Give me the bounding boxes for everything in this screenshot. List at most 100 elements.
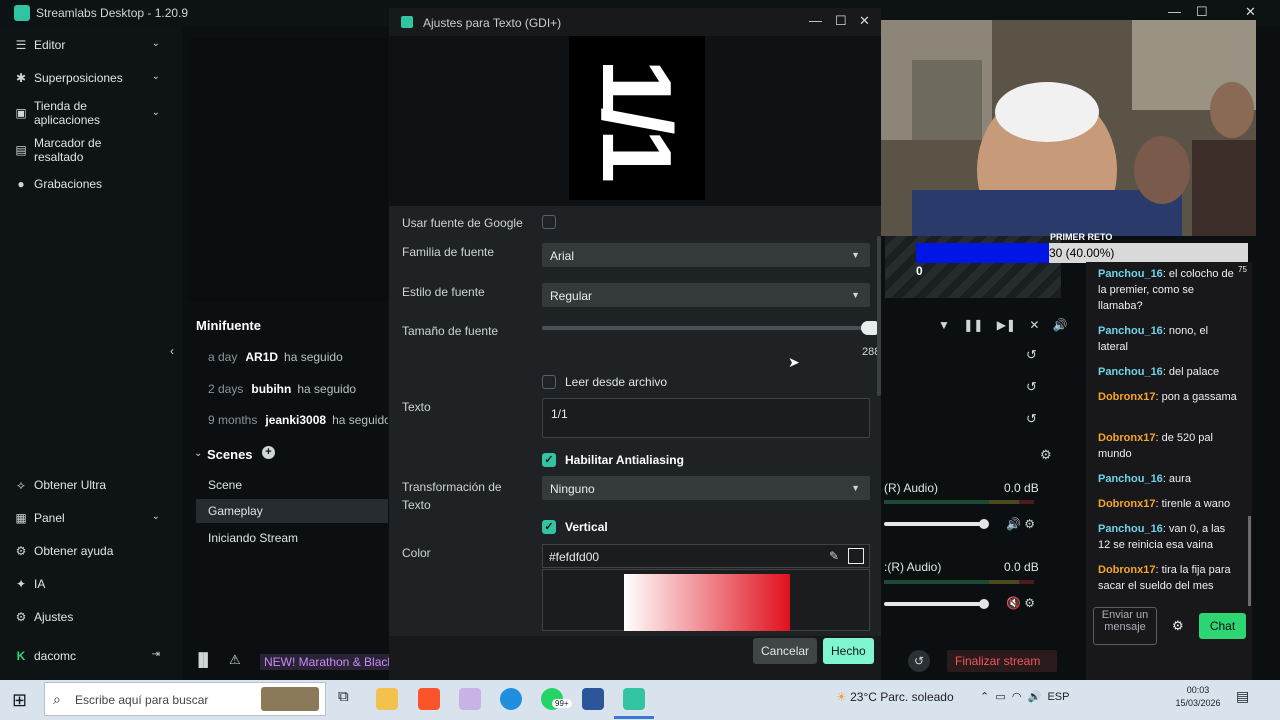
mute-alerts-icon[interactable]: ✕ [1029, 318, 1039, 332]
volume-knob[interactable] [979, 599, 989, 609]
font-family-select[interactable]: Arial ▼ [542, 243, 870, 267]
gear-icon: ⚙ [15, 610, 27, 624]
text-input[interactable]: 1/1 [542, 398, 870, 438]
minimize-icon[interactable]: — [809, 13, 822, 28]
alert-icon[interactable]: ⚠ [229, 652, 241, 668]
chat-message: Dobronx17: pon a gassama [1098, 389, 1240, 405]
color-input[interactable]: #fefdfd00 [542, 544, 870, 568]
user-account[interactable]: Kdacomc ⇥ [14, 649, 174, 663]
language-indicator[interactable]: ESP [1047, 691, 1069, 703]
taskbar-search[interactable]: ⌕ Escribe aquí para buscar [44, 682, 326, 716]
replay-icon[interactable]: ↺ [1026, 379, 1037, 395]
feed-action: ha seguido [297, 382, 357, 396]
replay-icon[interactable]: ↺ [1026, 347, 1037, 363]
chat-message: Panchou_16: nono, el lateral [1098, 323, 1240, 355]
sidebar-item-overlays[interactable]: ✱ Superposiciones ⌄ [14, 71, 174, 85]
mixer-settings-icon[interactable]: ⚙ [1040, 447, 1052, 463]
skip-icon[interactable]: ▶❚ [997, 318, 1016, 332]
word-icon[interactable] [582, 688, 604, 710]
volume-icon[interactable]: 🔊 [1028, 691, 1042, 703]
search-placeholder: Escribe aquí para buscar [75, 693, 209, 707]
chat-username[interactable]: Panchou_16 [1098, 268, 1163, 280]
collapse-chevron-icon[interactable]: ‹ [170, 344, 174, 358]
chat-input[interactable]: Enviar un mensaje [1093, 607, 1157, 645]
close-icon[interactable]: ✕ [859, 13, 870, 29]
chat-username[interactable]: Dobronx17 [1098, 391, 1155, 403]
streamlabs-taskbar-icon[interactable] [623, 688, 645, 710]
maximize-icon[interactable]: ☐ [1196, 4, 1208, 20]
tray-chevron-icon[interactable]: ⌃ [980, 691, 989, 703]
chat-send-button[interactable]: Chat [1199, 613, 1246, 639]
chat-username[interactable]: Dobronx17 [1098, 432, 1155, 444]
scene-item[interactable]: Scene [196, 473, 388, 497]
chat-username[interactable]: Panchou_16 [1098, 366, 1163, 378]
chat-text: : pon a gassama [1155, 391, 1237, 403]
chat-username[interactable]: Dobronx17 [1098, 564, 1155, 576]
promo-banner[interactable]: NEW! Marathon & Black [260, 654, 398, 670]
weather-widget[interactable]: ☀ 23°C Parc. soleado [836, 690, 954, 704]
sidebar-item-app-store[interactable]: ▣ Tienda de aplicaciones ⌄ [14, 99, 174, 127]
add-scene-icon[interactable]: + [262, 446, 275, 459]
cancel-button[interactable]: Cancelar [753, 638, 818, 664]
read-file-checkbox[interactable] [542, 375, 556, 389]
transform-select[interactable]: Ninguno ▼ [542, 476, 870, 500]
chat-username[interactable]: Dobronx17 [1098, 498, 1155, 510]
file-explorer-icon[interactable] [376, 688, 398, 710]
sidebar-item-settings[interactable]: ⚙ Ajustes [14, 610, 174, 624]
notifications-icon[interactable]: ▤ [1236, 688, 1249, 705]
task-view-icon[interactable]: ⧉ [338, 688, 349, 705]
volume-knob[interactable] [979, 519, 989, 529]
app-icon[interactable] [459, 688, 481, 710]
done-button[interactable]: Hecho [823, 638, 874, 664]
minimize-icon[interactable]: — [1168, 4, 1181, 19]
chat-username[interactable]: Panchou_16 [1098, 325, 1163, 337]
replay-icon[interactable]: ↺ [1026, 411, 1037, 427]
muted-speaker-icon[interactable]: 🔇 ⚙ [1006, 596, 1035, 610]
transform-value: Ninguno [550, 482, 595, 496]
pause-icon[interactable]: ❚❚ [963, 318, 983, 332]
goal-progress-text: 30 (40.00%) [1049, 246, 1115, 260]
color-swatch[interactable] [848, 548, 864, 564]
sidebar-item-recordings[interactable]: ● Grabaciones [14, 177, 174, 191]
eyedropper-icon[interactable]: ✎ [829, 549, 839, 563]
chat-settings-icon[interactable]: ⚙ [1172, 618, 1184, 634]
windows-start-icon[interactable]: ⊞ [12, 690, 27, 711]
sidebar-item-ai[interactable]: ✦ IA [14, 577, 174, 591]
wifi-icon[interactable]: ◠ [1012, 691, 1022, 703]
font-style-select[interactable]: Regular ▼ [542, 283, 870, 307]
chevron-down-icon[interactable]: ⌄ [194, 448, 202, 459]
sidebar-item-ultra[interactable]: ⟡ Obtener Ultra [14, 478, 174, 493]
speaker-icon[interactable]: 🔊 ⚙ [1006, 517, 1035, 531]
color-gradient[interactable] [624, 574, 790, 631]
google-font-checkbox[interactable] [542, 215, 556, 229]
maximize-icon[interactable]: ☐ [835, 13, 847, 29]
reset-icon[interactable]: ↺ [908, 650, 930, 672]
sidebar-item-highlighter[interactable]: ▤ Marcador de resaltado [14, 136, 174, 164]
caret-down-icon: ▼ [851, 290, 860, 300]
end-stream-button[interactable]: Finalizar stream [947, 650, 1057, 672]
network-icon[interactable]: ▭ [995, 691, 1005, 703]
filter-icon[interactable]: ▼ [938, 318, 950, 332]
taskbar-clock[interactable]: 00:03 15/03/2026 [1173, 684, 1223, 710]
sidebar-item-help[interactable]: ⚙ Obtener ayuda [14, 544, 174, 558]
font-size-slider[interactable] [542, 326, 870, 330]
edge-browser-icon[interactable] [500, 688, 522, 710]
brave-browser-icon[interactable] [418, 688, 440, 710]
chat-username[interactable]: Panchou_16 [1098, 523, 1163, 535]
antialias-checkbox[interactable]: ✓ [542, 453, 556, 467]
scene-item[interactable]: Iniciando Stream [196, 526, 388, 550]
volume-slider[interactable] [884, 522, 984, 526]
sidebar-item-editor[interactable]: ☰ Editor ⌄ [14, 38, 174, 52]
volume-icon[interactable]: 🔊 [1053, 318, 1068, 332]
volume-slider[interactable] [884, 602, 984, 606]
chat-scrollbar[interactable] [1248, 516, 1251, 606]
close-icon[interactable]: ✕ [1245, 4, 1256, 20]
dialog-scrollbar[interactable] [877, 236, 881, 396]
chat-username[interactable]: Panchou_16 [1098, 473, 1163, 485]
vertical-checkbox[interactable]: ✓ [542, 520, 556, 534]
sidebar-item-label: IA [34, 577, 46, 591]
scene-item-active[interactable]: Gameplay [196, 499, 388, 523]
sidebar-item-panel[interactable]: ▦ Panel ⌄ [14, 511, 174, 525]
goal-current-value: 0 [916, 264, 923, 278]
stats-icon[interactable]: ▐▌ [194, 652, 212, 667]
